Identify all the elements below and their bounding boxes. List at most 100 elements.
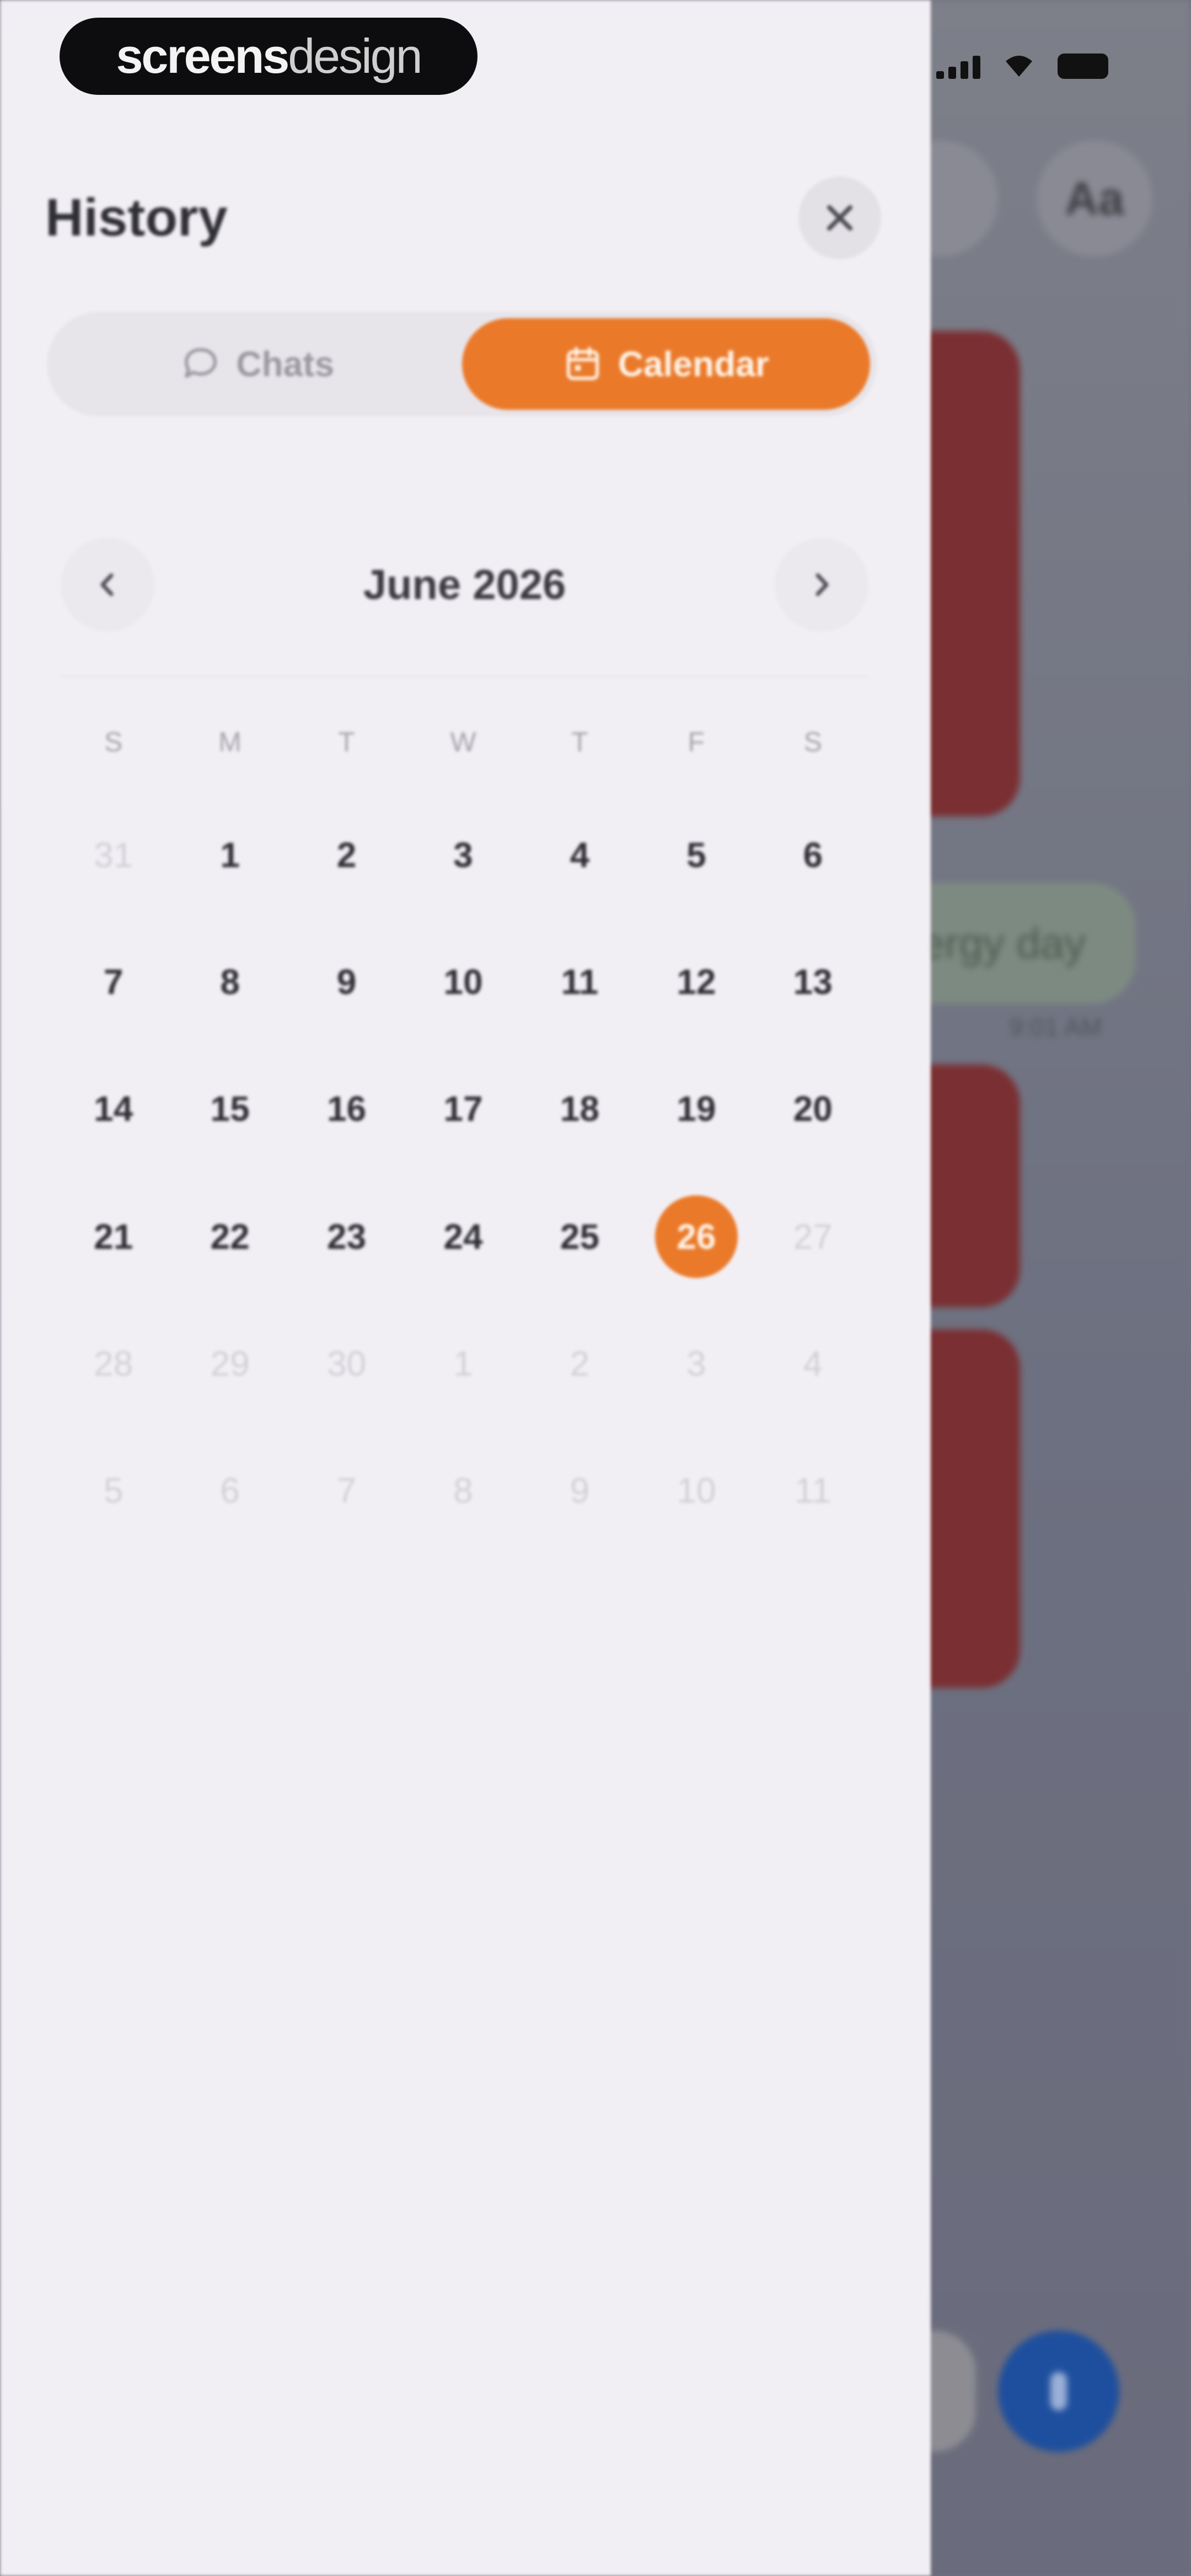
calendar-day[interactable]: 24: [405, 1193, 521, 1281]
calendar-day-number: 12: [677, 962, 716, 1002]
calendar-day[interactable]: 5: [55, 1446, 171, 1535]
calendar-day[interactable]: 10: [638, 1446, 754, 1535]
calendar-day[interactable]: 21: [55, 1193, 171, 1281]
calendar-day-number: 8: [220, 962, 240, 1002]
calendar-day[interactable]: 17: [405, 1065, 521, 1153]
calendar-day[interactable]: 10: [405, 938, 521, 1026]
calendar-day[interactable]: 6: [171, 1446, 288, 1535]
calendar-day[interactable]: 2: [288, 811, 405, 899]
calendar-day[interactable]: 25: [522, 1193, 638, 1281]
drawer-title: History: [45, 188, 228, 247]
calendar-day-number: 2: [570, 1344, 590, 1383]
font-size-button[interactable]: Aa: [1037, 141, 1152, 256]
calendar-day-number: 7: [103, 962, 124, 1002]
chat-timestamp: 9:01 AM: [1009, 1013, 1102, 1041]
calendar-day-selected[interactable]: 26: [638, 1193, 754, 1281]
calendar-day[interactable]: 9: [288, 938, 405, 1026]
weekday-label: S: [104, 726, 123, 757]
calendar-day[interactable]: 4: [522, 811, 638, 899]
calendar-day[interactable]: 7: [55, 938, 171, 1026]
tab-calendar[interactable]: Calendar: [462, 318, 870, 410]
calendar-day[interactable]: 20: [755, 1065, 871, 1153]
calendar-day[interactable]: 29: [171, 1319, 288, 1408]
chevron-right-icon: [816, 573, 829, 596]
calendar-day-number: 11: [795, 1471, 831, 1510]
calendar-day-number: 30: [326, 1344, 367, 1383]
calendar-day[interactable]: 1: [405, 1319, 521, 1408]
close-icon: [827, 205, 852, 231]
calendar-day-number: 16: [326, 1089, 367, 1129]
calendar-week-row: 7 8 9 10 11 12 13: [55, 938, 871, 1026]
calendar-day-number: 21: [94, 1217, 133, 1257]
calendar-day[interactable]: 6: [755, 811, 871, 899]
signal-icon: [936, 56, 980, 79]
calendar-week-row: 21 22 23 24 25 26 27: [55, 1193, 871, 1281]
calendar-day-number: 4: [803, 1344, 823, 1383]
calendar-week-row: 5 6 7 8 9 10 11: [55, 1446, 871, 1535]
weekday-label: F: [688, 726, 705, 757]
calendar-day[interactable]: 11: [522, 938, 638, 1026]
calendar-day[interactable]: 7: [288, 1446, 405, 1535]
calendar-day[interactable]: 4: [755, 1319, 871, 1408]
previous-month-button[interactable]: [61, 538, 154, 632]
close-button[interactable]: [798, 177, 881, 259]
calendar-day-number: 7: [336, 1471, 357, 1510]
watermark-light: design: [288, 29, 422, 83]
calendar-day[interactable]: 8: [405, 1446, 521, 1535]
microphone-button[interactable]: [998, 2331, 1119, 2452]
chat-bubble-icon: [185, 348, 217, 378]
calendar-day-number: 23: [326, 1217, 367, 1257]
calendar-day[interactable]: 15: [171, 1065, 288, 1153]
calendar-day[interactable]: 9: [522, 1446, 638, 1535]
calendar-day[interactable]: 5: [638, 811, 754, 899]
calendar-day[interactable]: 1: [171, 811, 288, 899]
calendar-day-number: 9: [570, 1471, 590, 1510]
screen: Aa ergy day 9:01 AM screensdesign Histor…: [0, 0, 1191, 2576]
calendar-day[interactable]: 31: [55, 811, 171, 899]
battery-icon: [1058, 54, 1108, 79]
calendar-day-number: 8: [453, 1471, 473, 1510]
calendar-day[interactable]: 13: [755, 938, 871, 1026]
font-size-label: Aa: [1065, 172, 1124, 225]
calendar-day[interactable]: 22: [171, 1193, 288, 1281]
calendar-day-number: 1: [453, 1344, 473, 1383]
history-tab-switch: Chats Calendar: [47, 312, 877, 416]
watermark-bold: screens: [116, 29, 289, 83]
calendar-day-number: 25: [560, 1217, 599, 1257]
calendar-day[interactable]: 12: [638, 938, 754, 1026]
calendar-day[interactable]: 28: [55, 1319, 171, 1408]
calendar-day[interactable]: 30: [288, 1319, 405, 1408]
microphone-icon: [1050, 2372, 1067, 2411]
tab-chats[interactable]: Chats: [53, 318, 462, 410]
calendar-day-number: 6: [803, 835, 823, 875]
calendar-day-number: 22: [210, 1217, 250, 1257]
calendar-day[interactable]: 8: [171, 938, 288, 1026]
chevron-left-icon: [100, 573, 114, 596]
calendar-day-number: 9: [336, 962, 357, 1002]
calendar-day[interactable]: 18: [522, 1065, 638, 1153]
calendar-day-number: 18: [560, 1089, 599, 1129]
calendar-week-row: 14 15 16 17 18 19 20: [55, 1065, 871, 1153]
next-month-button[interactable]: [774, 538, 868, 632]
calendar-day-number: 28: [94, 1344, 133, 1383]
calendar-day-number: 17: [443, 1089, 483, 1129]
calendar-day[interactable]: 27: [755, 1193, 871, 1281]
calendar-day-number: 19: [677, 1089, 716, 1129]
wifi-icon: [1002, 52, 1036, 79]
calendar-divider: [61, 676, 868, 677]
calendar-day-number: 5: [686, 835, 706, 875]
calendar-day-number: 5: [103, 1471, 124, 1510]
calendar-day[interactable]: 23: [288, 1193, 405, 1281]
calendar-day[interactable]: 2: [522, 1319, 638, 1408]
calendar-day-number: 4: [570, 835, 590, 875]
calendar-day[interactable]: 3: [638, 1319, 754, 1408]
calendar-day[interactable]: 3: [405, 811, 521, 899]
calendar-day[interactable]: 11: [755, 1446, 871, 1535]
weekday-label: S: [803, 726, 822, 757]
calendar-day[interactable]: 16: [288, 1065, 405, 1153]
calendar-icon: [566, 347, 599, 380]
calendar-day[interactable]: 19: [638, 1065, 754, 1153]
calendar-week-row: 31 1 2 3 4 5 6: [55, 811, 871, 899]
calendar-day-number: 29: [210, 1344, 250, 1383]
calendar-day[interactable]: 14: [55, 1065, 171, 1153]
